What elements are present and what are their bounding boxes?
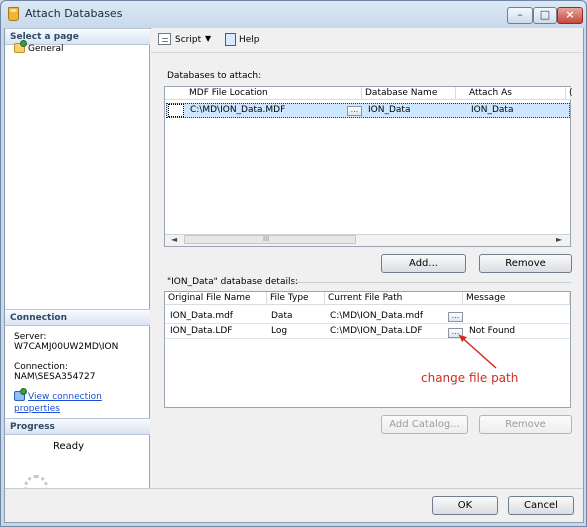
- title-bar[interactable]: Attach Databases – □ ×: [1, 1, 586, 28]
- help-icon[interactable]: [225, 33, 236, 46]
- database-name[interactable]: ION_Data: [368, 104, 410, 117]
- data-file-name[interactable]: ION_Data.mdf: [170, 310, 233, 323]
- script-dropdown-arrow[interactable]: ▼: [205, 34, 211, 43]
- progress-header: Progress: [5, 418, 150, 435]
- attach-scroll-thumb[interactable]: [184, 235, 356, 244]
- scroll-left-icon[interactable]: ◄: [171, 235, 177, 244]
- server-value: W7CAMJ00UW2MD\ION: [14, 342, 119, 352]
- log-file-name[interactable]: ION_Data.LDF: [170, 325, 232, 338]
- connection-section: Connection: [5, 309, 150, 326]
- data-file-path[interactable]: C:\MD\ION_Data.mdf: [330, 310, 423, 323]
- ok-button[interactable]: OK: [432, 496, 498, 515]
- view-connection-properties-label[interactable]: View connection properties: [14, 392, 102, 414]
- attach-col-attach-as: Attach As: [466, 87, 566, 100]
- details-col-current-file-path: Current File Path: [325, 292, 463, 305]
- attach-col-database-name: Database Name: [362, 87, 456, 100]
- progress-status: Ready: [53, 441, 85, 452]
- log-file-type[interactable]: Log: [271, 325, 287, 338]
- mdf-file-location[interactable]: C:\MD\ION_Data.MDF: [190, 104, 285, 117]
- databases-to-attach-label: Databases to attach:: [167, 71, 262, 81]
- general-page-icon: [14, 40, 27, 53]
- attach-col-owner-partial: (: [566, 87, 573, 100]
- data-file-browse-button[interactable]: ...: [448, 312, 463, 322]
- minimize-button[interactable]: –: [507, 7, 533, 24]
- annotation-arrow-icon: [458, 334, 497, 369]
- details-col-file-type: File Type: [267, 292, 325, 305]
- data-file-type[interactable]: Data: [271, 310, 293, 323]
- log-file-path[interactable]: C:\MD\ION_Data.LDF: [330, 325, 423, 338]
- database-details-label: "ION_Data" database details:: [167, 277, 299, 287]
- remove-detail-button[interactable]: Remove: [479, 415, 572, 434]
- scroll-right-icon[interactable]: ►: [556, 235, 562, 244]
- add-catalog-button[interactable]: Add Catalog...: [381, 415, 468, 434]
- window-title: Attach Databases: [25, 7, 123, 20]
- help-button[interactable]: Help: [239, 35, 260, 45]
- script-button[interactable]: Script: [175, 35, 201, 45]
- general-label: General: [28, 44, 64, 54]
- view-connection-properties-link[interactable]: View connection properties: [14, 388, 149, 415]
- cancel-button[interactable]: Cancel: [508, 496, 574, 515]
- attach-databases-window: Attach Databases – □ × Select a page Gen…: [0, 0, 587, 527]
- row-selector[interactable]: [168, 104, 184, 117]
- mdf-browse-button[interactable]: ...: [347, 106, 362, 116]
- details-col-message: Message: [463, 292, 570, 305]
- connection-value: NAM\SESA354727: [14, 372, 96, 382]
- maximize-button[interactable]: □: [533, 7, 557, 24]
- details-group-line: [293, 282, 571, 283]
- databases-to-attach-grid[interactable]: MDF File Location Database Name Attach A…: [164, 86, 573, 247]
- attach-col-mdf-location: MDF File Location: [186, 87, 362, 100]
- connection-header: Connection: [5, 309, 150, 326]
- toolbar: [151, 29, 583, 53]
- close-button[interactable]: ×: [557, 7, 583, 24]
- remove-database-button[interactable]: Remove: [479, 254, 572, 273]
- database-details-grid[interactable]: Original File Name File Type Current Fil…: [164, 291, 571, 408]
- properties-icon: [14, 388, 27, 401]
- details-col-original-file-name: Original File Name: [165, 292, 267, 305]
- script-icon[interactable]: [158, 33, 171, 45]
- database-icon: [8, 7, 19, 21]
- change-file-path-annotation: change file path: [421, 371, 519, 385]
- left-pane: Select a page General Connection Server:…: [5, 28, 150, 499]
- scroll-grip: III: [263, 235, 270, 243]
- attach-as[interactable]: ION_Data: [471, 104, 513, 117]
- general-page-link[interactable]: General: [14, 40, 64, 55]
- progress-section: Progress: [5, 418, 150, 435]
- add-database-button[interactable]: Add...: [381, 254, 466, 273]
